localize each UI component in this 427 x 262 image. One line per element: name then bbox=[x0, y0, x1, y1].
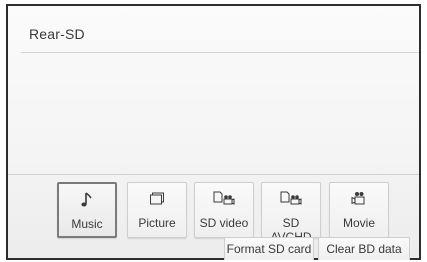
movie-icon bbox=[330, 189, 388, 209]
sd-video-label: SD video bbox=[199, 216, 249, 230]
movie-button[interactable]: Movie bbox=[329, 182, 389, 238]
sd-avchd-button[interactable]: SD AVCHD bbox=[261, 182, 321, 244]
music-button[interactable]: Music bbox=[57, 182, 117, 238]
picture-label: Picture bbox=[138, 216, 176, 230]
clear-bd-data-button[interactable]: Clear BD data bbox=[318, 237, 410, 260]
music-note-icon bbox=[59, 190, 115, 210]
picture-icon bbox=[128, 189, 186, 209]
title-divider bbox=[21, 52, 419, 53]
sd-video-button[interactable]: SD video bbox=[194, 182, 254, 238]
screen-title: Rear-SD bbox=[29, 26, 85, 42]
music-label: Music bbox=[71, 217, 103, 231]
sd-video-icon bbox=[195, 189, 253, 209]
source-bar-divider bbox=[8, 174, 419, 175]
rear-sd-screen: Rear-SD Music Picture SD video SD Movie bbox=[6, 4, 421, 260]
picture-button[interactable]: Picture bbox=[127, 182, 187, 238]
movie-label: Movie bbox=[342, 216, 375, 230]
sd-avchd-icon bbox=[262, 189, 320, 209]
format-sd-card-button[interactable]: Format SD card bbox=[224, 237, 314, 260]
